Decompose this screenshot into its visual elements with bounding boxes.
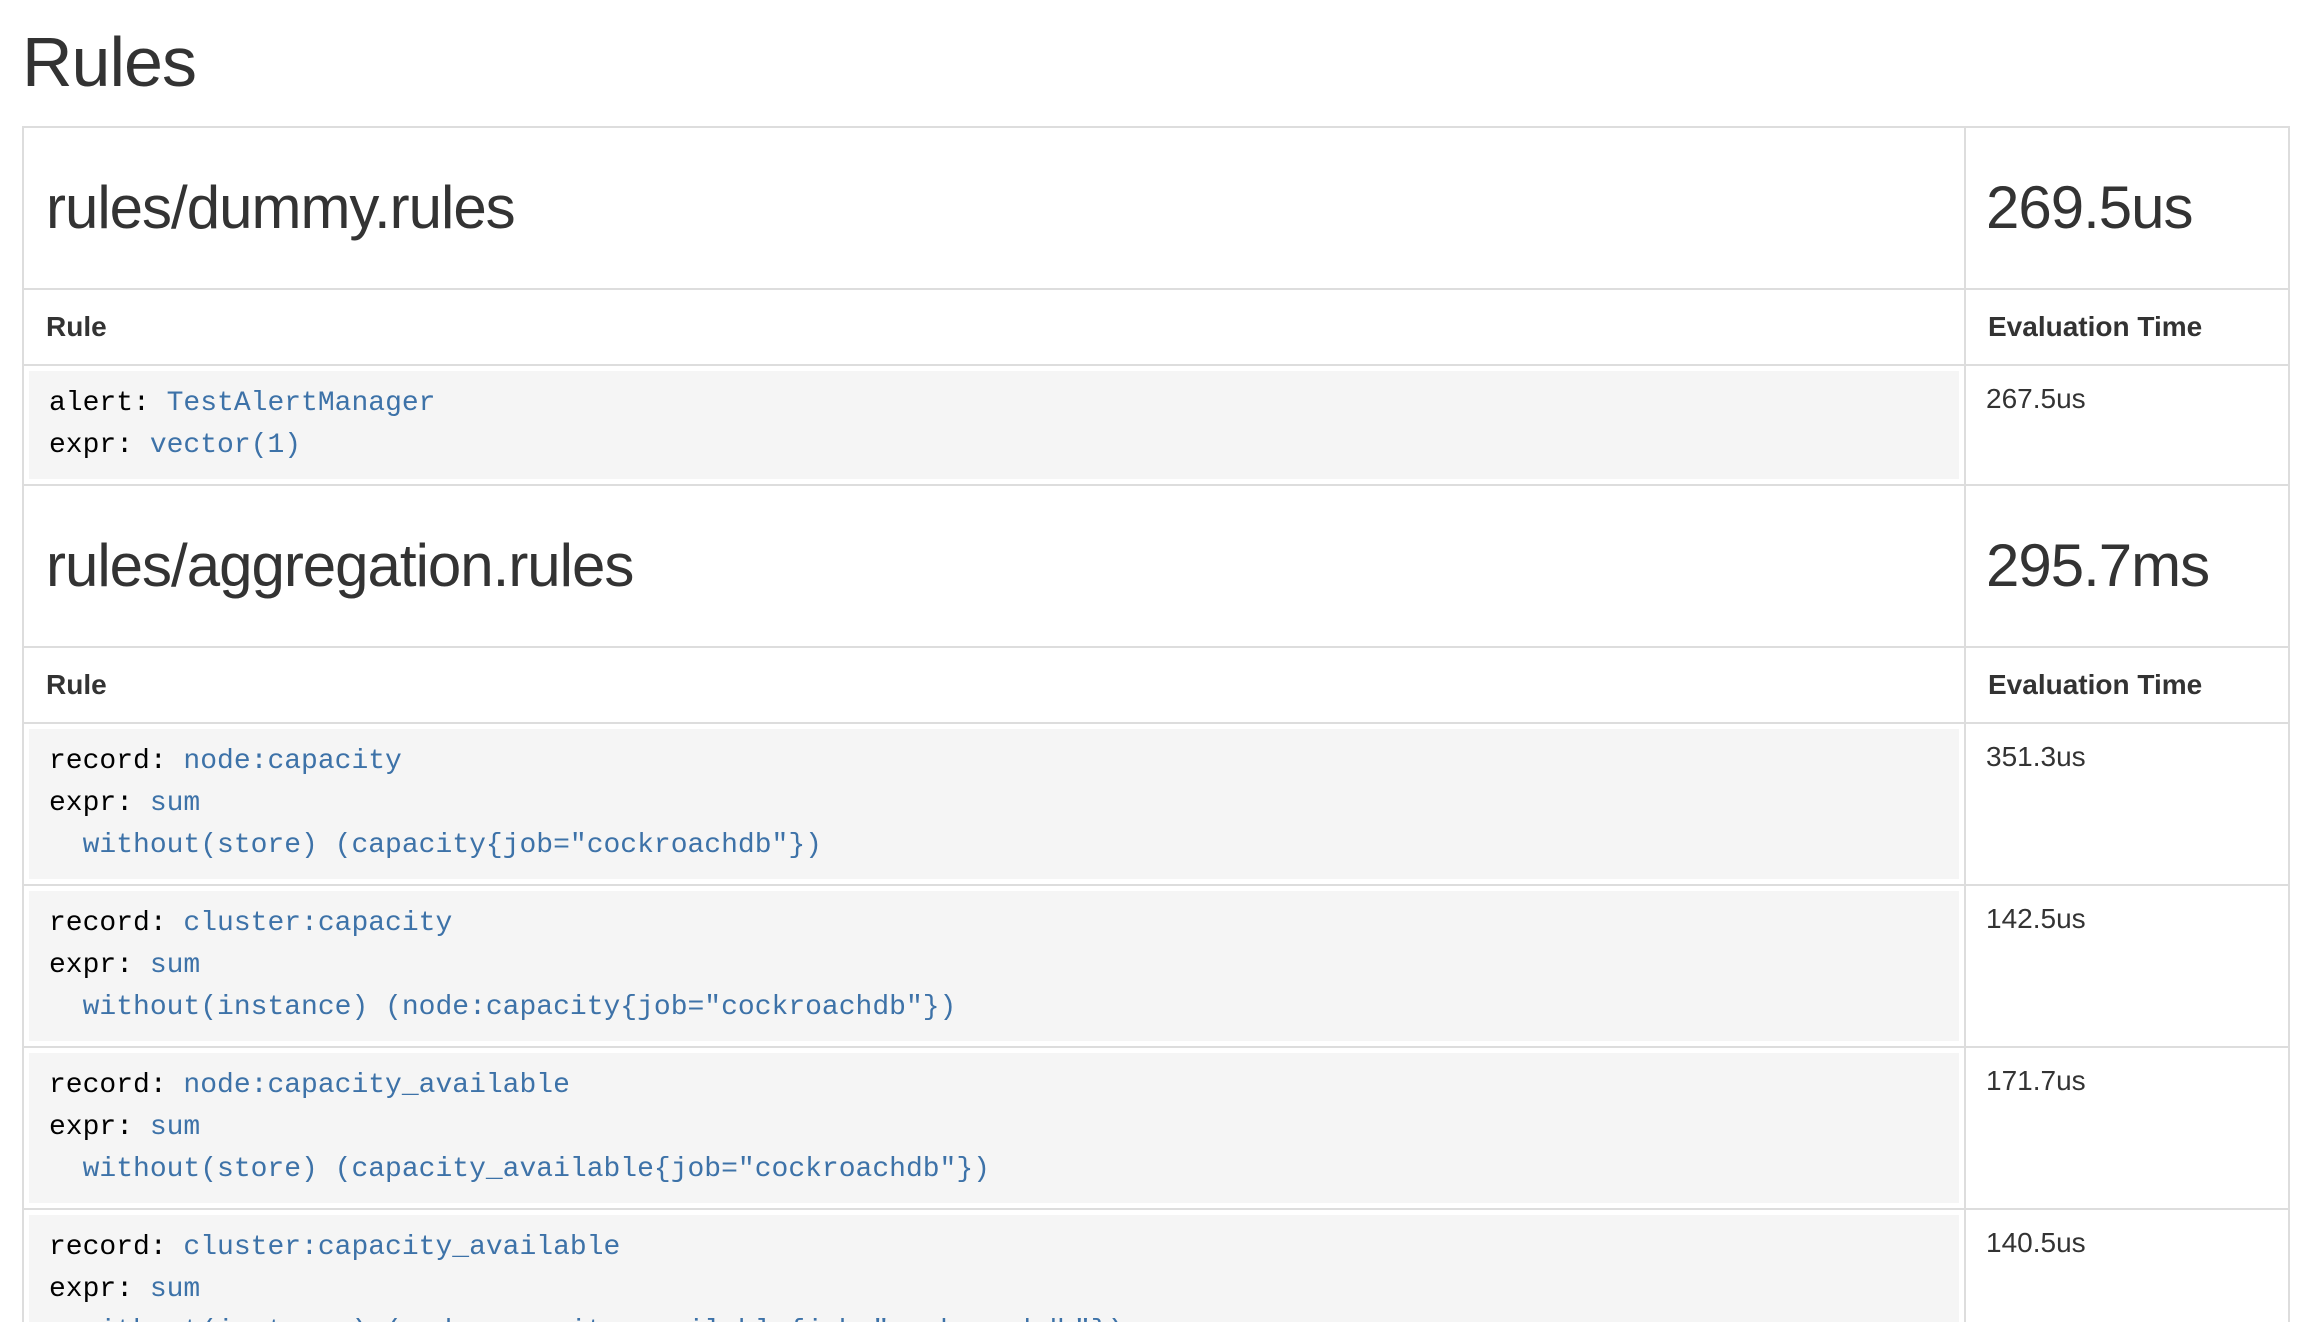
code-line: record: cluster:capacity_available bbox=[49, 1227, 1939, 1269]
rule-row: record: node:capacity_available expr: su… bbox=[23, 1047, 2289, 1209]
code-key: expr: bbox=[49, 430, 133, 461]
rule-evaluation-time: 171.7us bbox=[1965, 1047, 2289, 1209]
code-line: without(store) (capacity_available{job="… bbox=[49, 1149, 1939, 1191]
code-line: expr: sum bbox=[49, 945, 1939, 987]
rule-link[interactable]: cluster:capacity_available bbox=[167, 1232, 621, 1263]
rule-code: alert: TestAlertManager expr: vector(1) bbox=[29, 371, 1959, 479]
page-title: Rules bbox=[22, 24, 2290, 100]
rule-evaluation-time: 142.5us bbox=[1965, 885, 2289, 1047]
group-evaluation-time: 295.7ms bbox=[1965, 485, 2289, 647]
rule-link[interactable]: without(store) (capacity{job="cockroachd… bbox=[49, 830, 822, 861]
rule-link[interactable]: without(instance) (node:capacity{job="co… bbox=[49, 992, 956, 1023]
column-header-row: Rule Evaluation Time bbox=[23, 647, 2289, 723]
code-line: expr: sum bbox=[49, 1269, 1939, 1311]
code-key: expr: bbox=[49, 1112, 133, 1143]
code-key: alert: bbox=[49, 388, 150, 419]
group-name: rules/aggregation.rules bbox=[46, 530, 1948, 602]
rule-code: record: cluster:capacity_available expr:… bbox=[29, 1215, 1959, 1322]
rule-row: record: node:capacity expr: sum without(… bbox=[23, 723, 2289, 885]
code-key: expr: bbox=[49, 1274, 133, 1305]
code-line: record: node:capacity bbox=[49, 741, 1939, 783]
rule-evaluation-time: 267.5us bbox=[1965, 365, 2289, 485]
rule-link[interactable]: vector(1) bbox=[133, 430, 301, 461]
code-line: record: cluster:capacity bbox=[49, 903, 1939, 945]
rule-link[interactable]: sum bbox=[133, 950, 200, 981]
group-evaluation-time: 269.5us bbox=[1965, 127, 2289, 289]
code-key: record: bbox=[49, 1232, 167, 1263]
code-line: alert: TestAlertManager bbox=[49, 383, 1939, 425]
code-line: expr: vector(1) bbox=[49, 425, 1939, 467]
code-key: record: bbox=[49, 908, 167, 939]
group-name: rules/dummy.rules bbox=[46, 172, 1948, 244]
rule-row: alert: TestAlertManager expr: vector(1) … bbox=[23, 365, 2289, 485]
column-header-evaluation-time: Evaluation Time bbox=[1965, 647, 2289, 723]
rule-link[interactable]: without(instance) (node:capacity_availab… bbox=[49, 1316, 1124, 1322]
rule-link[interactable]: sum bbox=[133, 788, 200, 819]
rule-link[interactable]: sum bbox=[133, 1112, 200, 1143]
rule-evaluation-time: 140.5us bbox=[1965, 1209, 2289, 1322]
rule-code: record: cluster:capacity expr: sum witho… bbox=[29, 891, 1959, 1041]
code-key: expr: bbox=[49, 950, 133, 981]
rule-link[interactable]: without(store) (capacity_available{job="… bbox=[49, 1154, 990, 1185]
column-header-rule: Rule bbox=[23, 289, 1965, 365]
column-header-rule: Rule bbox=[23, 647, 1965, 723]
code-line: expr: sum bbox=[49, 1107, 1939, 1149]
group-header-row: rules/dummy.rules 269.5us bbox=[23, 127, 2289, 289]
column-header-evaluation-time: Evaluation Time bbox=[1965, 289, 2289, 365]
rule-row: record: cluster:capacity expr: sum witho… bbox=[23, 885, 2289, 1047]
rule-link[interactable]: TestAlertManager bbox=[150, 388, 436, 419]
rules-table: rules/dummy.rules 269.5us Rule Evaluatio… bbox=[22, 126, 2290, 1322]
rule-code: record: node:capacity_available expr: su… bbox=[29, 1053, 1959, 1203]
rule-evaluation-time: 351.3us bbox=[1965, 723, 2289, 885]
rule-link[interactable]: sum bbox=[133, 1274, 200, 1305]
group-header-row: rules/aggregation.rules 295.7ms bbox=[23, 485, 2289, 647]
code-line: without(instance) (node:capacity{job="co… bbox=[49, 987, 1939, 1029]
rule-code: record: node:capacity expr: sum without(… bbox=[29, 729, 1959, 879]
rule-link[interactable]: cluster:capacity bbox=[167, 908, 453, 939]
code-line: expr: sum bbox=[49, 783, 1939, 825]
column-header-row: Rule Evaluation Time bbox=[23, 289, 2289, 365]
rule-link[interactable]: node:capacity_available bbox=[167, 1070, 570, 1101]
rule-link[interactable]: node:capacity bbox=[167, 746, 402, 777]
code-key: record: bbox=[49, 746, 167, 777]
code-key: expr: bbox=[49, 788, 133, 819]
code-line: without(instance) (node:capacity_availab… bbox=[49, 1311, 1939, 1322]
rule-row: record: cluster:capacity_available expr:… bbox=[23, 1209, 2289, 1322]
code-line: record: node:capacity_available bbox=[49, 1065, 1939, 1107]
code-key: record: bbox=[49, 1070, 167, 1101]
code-line: without(store) (capacity{job="cockroachd… bbox=[49, 825, 1939, 867]
